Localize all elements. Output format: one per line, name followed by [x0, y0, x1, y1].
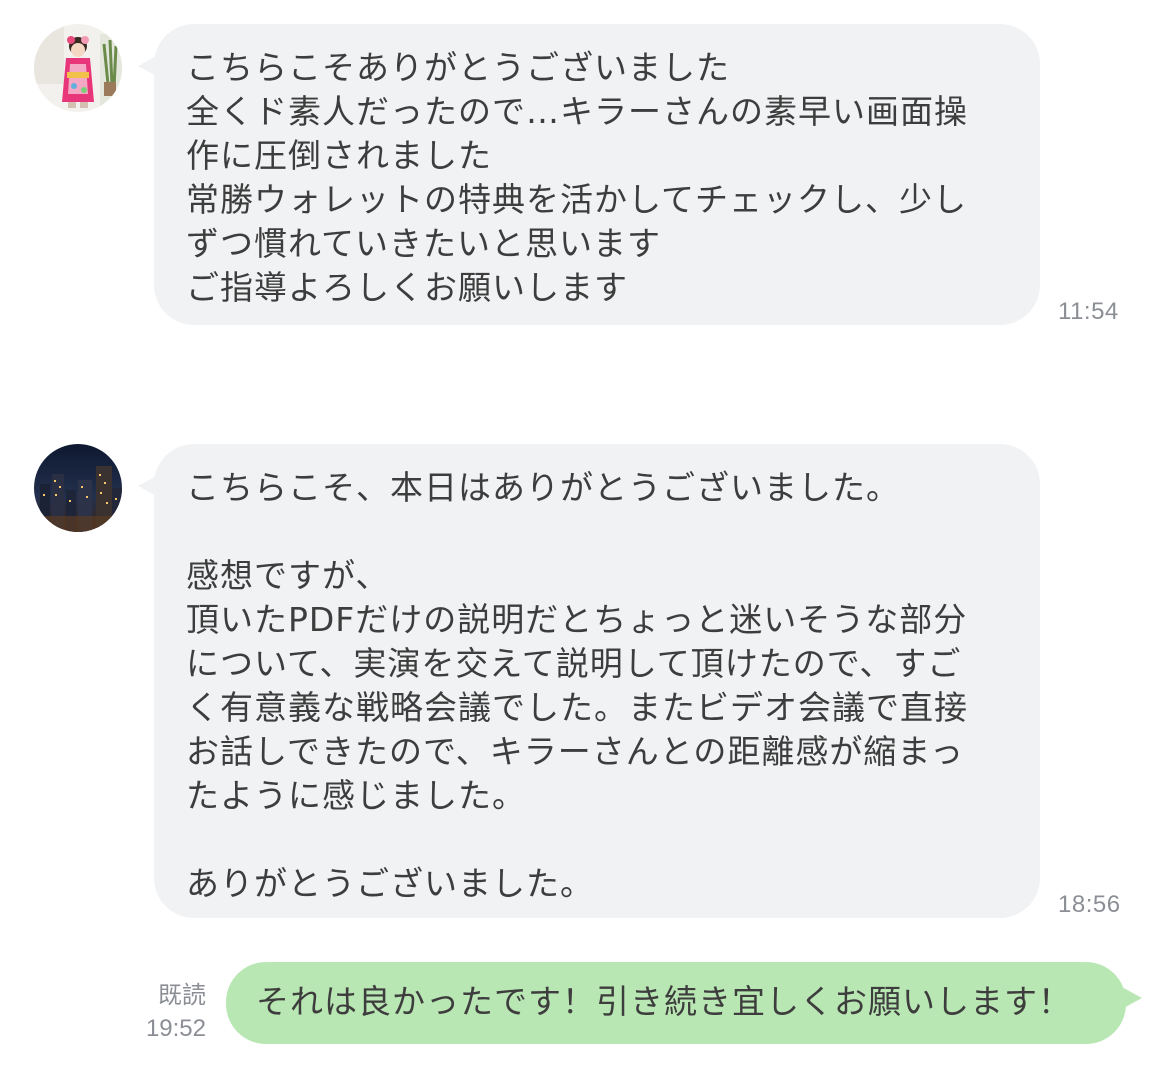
- incoming-message-bubble[interactable]: こちらこそ、本日はありがとうございました。 感想ですが、 頂いたPDFだけの説明…: [138, 444, 1040, 918]
- kimono-girl-avatar-icon: [34, 24, 122, 112]
- sender-avatar[interactable]: [34, 444, 122, 532]
- message-timestamp: 11:54: [1058, 298, 1119, 325]
- message-timestamp: 19:52: [145, 1015, 206, 1042]
- outgoing-message-bubble[interactable]: それは良かったです！引き続き宜しくお願いします！: [226, 962, 1142, 1044]
- read-label: 既読: [158, 981, 206, 1009]
- incoming-message-bubble[interactable]: こちらこそありがとうございました 全くド素人だったので…キラーさんの素早い画面操…: [138, 24, 1040, 325]
- read-status: 既読 19:52: [126, 978, 206, 1046]
- night-city-avatar-icon: [34, 444, 122, 532]
- message-timestamp: 18:56: [1058, 891, 1121, 918]
- sender-avatar[interactable]: [34, 24, 122, 112]
